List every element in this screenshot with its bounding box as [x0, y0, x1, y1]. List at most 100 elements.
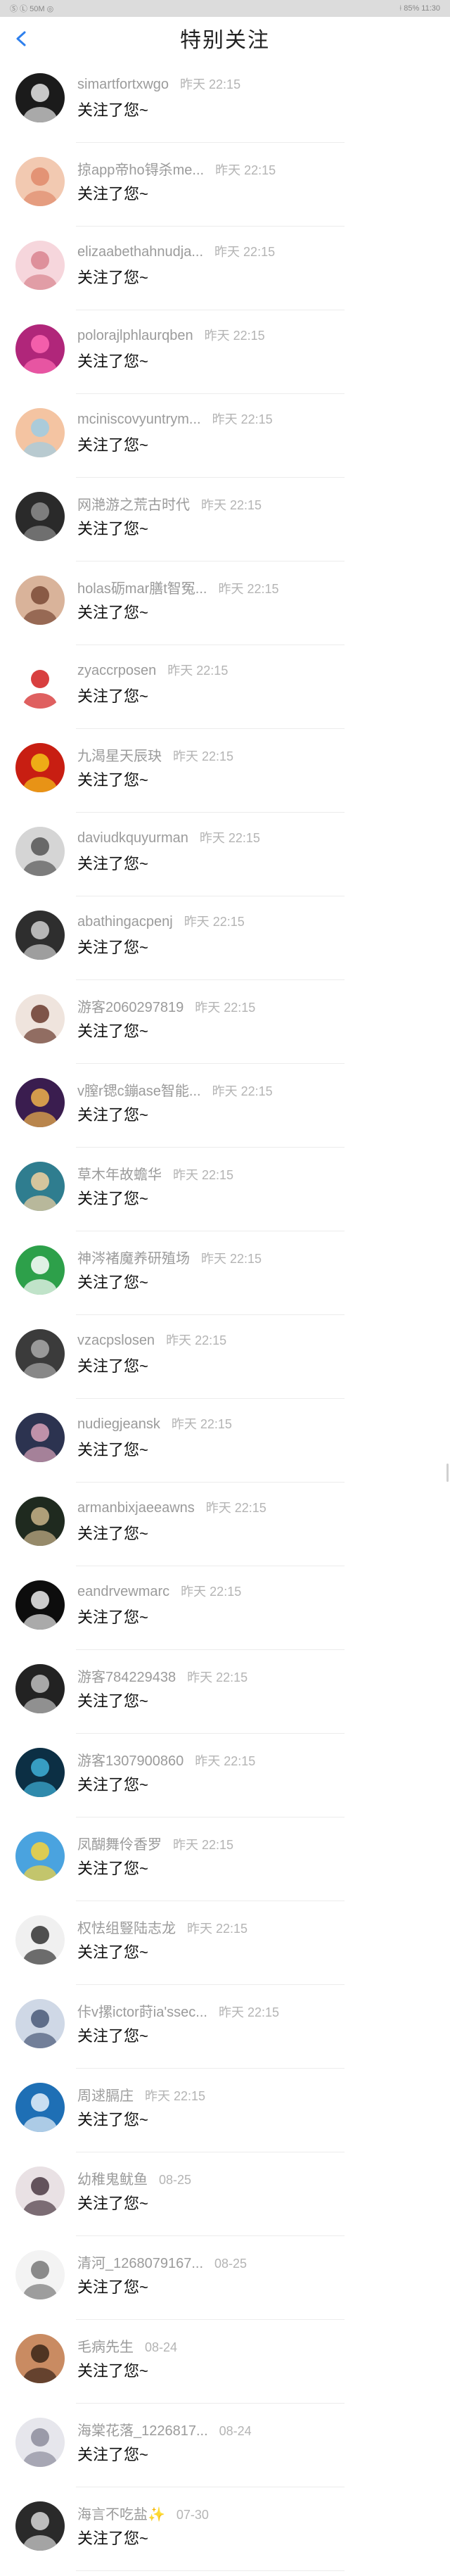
scrollbar[interactable] — [446, 1464, 449, 1482]
list-item[interactable]: elizaabethahnudja... 昨天 22:15 关注了您~ — [0, 227, 450, 310]
list-item[interactable]: 九渴星天辰玦 昨天 22:15 关注了您~ — [0, 729, 450, 813]
user-name[interactable]: v膣r锶c鏰ase智能... — [77, 1079, 201, 1100]
list-item[interactable]: v膣r锶c鏰ase智能... 昨天 22:15 关注了您~ — [0, 1064, 450, 1148]
avatar[interactable] — [15, 1999, 65, 2048]
avatar[interactable] — [15, 2250, 65, 2299]
avatar[interactable] — [15, 911, 65, 960]
user-name[interactable]: 九渴星天辰玦 — [77, 744, 162, 765]
list-item[interactable]: abathingacpenj 昨天 22:15 关注了您~ — [0, 896, 450, 980]
list-item[interactable]: 清河_1268079167... 08-25 关注了您~ — [0, 2236, 450, 2320]
list-item[interactable]: 网滟游之荒古时代 昨天 22:15 关注了您~ — [0, 478, 450, 561]
user-name[interactable]: 清河_1268079167... — [77, 2252, 203, 2272]
user-name[interactable]: elizaabethahnudja... — [77, 244, 203, 260]
avatar[interactable] — [15, 2166, 65, 2216]
user-name[interactable]: 草木年故蟾华 — [77, 1163, 162, 1184]
follow-message: 关注了您~ — [77, 2111, 148, 2128]
avatar[interactable] — [15, 1580, 65, 1630]
avatar[interactable] — [15, 1664, 65, 1713]
user-name[interactable]: holas砺mar膳t智冤... — [77, 577, 207, 597]
list-item[interactable]: 草木年故蟾华 昨天 22:15 关注了您~ — [0, 1148, 450, 1231]
user-name[interactable]: daviudkquyurman — [77, 830, 188, 846]
list-item[interactable]: polorajlphlaurqben 昨天 22:15 关注了您~ — [0, 310, 450, 394]
list-item[interactable]: zyaccrposen 昨天 22:15 关注了您~ — [0, 645, 450, 729]
back-button[interactable] — [10, 27, 34, 51]
avatar[interactable] — [15, 241, 65, 290]
avatar[interactable] — [15, 576, 65, 625]
avatar-image — [15, 1580, 65, 1630]
list-item[interactable]: 游客2060297819 昨天 22:15 关注了您~ — [0, 980, 450, 1064]
list-item[interactable]: 掠app帝ho锝杀me... 昨天 22:15 关注了您~ — [0, 143, 450, 227]
user-name[interactable]: polorajlphlaurqben — [77, 328, 193, 344]
avatar[interactable] — [15, 73, 65, 122]
user-name[interactable]: 神涔褚魔养研殖场 — [77, 1247, 190, 1267]
user-name[interactable]: 掠app帝ho锝杀me... — [77, 158, 204, 179]
user-name[interactable]: eandrvewmarc — [77, 1584, 169, 1600]
user-name[interactable]: 凤醐舞伶香罗 — [77, 1833, 162, 1853]
user-name[interactable]: 权怯组豎陆志龙 — [77, 1917, 176, 1937]
user-name[interactable]: armanbixjaeeawns — [77, 1500, 195, 1516]
user-name[interactable]: zyaccrposen — [77, 663, 156, 679]
avatar[interactable] — [15, 324, 65, 374]
list-item[interactable]: 佧v摞ictor莳ia'ssec... 昨天 22:15 关注了您~ — [0, 1985, 450, 2069]
list-item[interactable]: holas砺mar膳t智冤... 昨天 22:15 关注了您~ — [0, 561, 450, 645]
user-name[interactable]: 游客1307900860 — [77, 1749, 184, 1770]
avatar[interactable] — [15, 1162, 65, 1211]
user-name[interactable]: 海棠花落_1226817... — [77, 2419, 208, 2439]
user-name[interactable]: 游客2060297819 — [77, 996, 184, 1016]
avatar[interactable] — [15, 408, 65, 457]
avatar[interactable] — [15, 1915, 65, 1965]
user-name[interactable]: mciniscovyuntrym... — [77, 412, 201, 428]
user-name[interactable]: 游客784229438 — [77, 1665, 176, 1686]
list-item[interactable]: 权怯组豎陆志龙 昨天 22:15 关注了您~ — [0, 1901, 450, 1985]
list-item[interactable]: 周逑膈庄 昨天 22:15 关注了您~ — [0, 2069, 450, 2152]
avatar[interactable] — [15, 1497, 65, 1546]
list-item[interactable]: vzacpslosen 昨天 22:15 关注了您~ — [0, 1315, 450, 1399]
list-item[interactable]: 幼稚鬼鱿鱼 08-25 关注了您~ — [0, 2152, 450, 2236]
list-item[interactable]: 凤醐舞伶香罗 昨天 22:15 关注了您~ — [0, 1817, 450, 1901]
list-item[interactable]: nudiegjeansk 昨天 22:15 关注了您~ — [0, 1399, 450, 1483]
list-item[interactable]: mciniscovyuntrym... 昨天 22:15 关注了您~ — [0, 394, 450, 478]
follow-message: 关注了您~ — [77, 101, 148, 119]
avatar-image — [15, 324, 65, 374]
avatar[interactable] — [15, 827, 65, 876]
list-item[interactable]: simartfortxwgo 昨天 22:15 关注了您~ — [0, 59, 450, 143]
avatar[interactable] — [15, 2501, 65, 2551]
user-name[interactable]: simartfortxwgo — [77, 77, 169, 93]
avatar[interactable] — [15, 492, 65, 541]
user-name[interactable]: abathingacpenj — [77, 914, 173, 930]
avatar[interactable] — [15, 2083, 65, 2132]
user-name[interactable]: nudiegjeansk — [77, 1416, 160, 1433]
avatar[interactable] — [15, 1329, 65, 1378]
list-item[interactable]: daviudkquyurman 昨天 22:15 关注了您~ — [0, 813, 450, 896]
follow-message: 关注了您~ — [77, 1441, 148, 1459]
timestamp: 昨天 22:15 — [218, 582, 279, 596]
user-name[interactable]: 佧v摞ictor莳ia'ssec... — [77, 2000, 207, 2021]
user-name[interactable]: 毛病先生 — [77, 2335, 134, 2356]
avatar[interactable] — [15, 2334, 65, 2383]
list-item[interactable]: 游客1307900860 昨天 22:15 关注了您~ — [0, 1734, 450, 1817]
avatar[interactable] — [15, 157, 65, 206]
list-item[interactable]: 神涔褚魔养研殖场 昨天 22:15 关注了您~ — [0, 1231, 450, 1315]
avatar[interactable] — [15, 743, 65, 792]
avatar-image — [15, 659, 65, 709]
avatar[interactable] — [15, 1245, 65, 1295]
list-item[interactable]: 毛病先生 08-24 关注了您~ — [0, 2320, 450, 2404]
avatar[interactable] — [15, 994, 65, 1043]
user-name[interactable]: 幼稚鬼鱿鱼 — [77, 2168, 148, 2188]
avatar[interactable] — [15, 1413, 65, 1462]
list-item[interactable]: 海言不吃盐✨ 07-30 关注了您~ — [0, 2487, 450, 2571]
user-name[interactable]: 海言不吃盐✨ — [77, 2503, 165, 2523]
list-item[interactable]: 海棠花落_1226817... 08-24 关注了您~ — [0, 2404, 450, 2487]
list-item[interactable]: eandrvewmarc 昨天 22:15 关注了您~ — [0, 1566, 450, 1650]
user-name[interactable]: 周逑膈庄 — [77, 2084, 134, 2105]
item-header: 海言不吃盐✨ 07-30 — [77, 2503, 209, 2523]
avatar[interactable] — [15, 2418, 65, 2467]
avatar[interactable] — [15, 1078, 65, 1127]
user-name[interactable]: vzacpslosen — [77, 1333, 155, 1349]
list-item[interactable]: 游客784229438 昨天 22:15 关注了您~ — [0, 1650, 450, 1734]
user-name[interactable]: 网滟游之荒古时代 — [77, 493, 190, 514]
avatar[interactable] — [15, 1748, 65, 1797]
list-item[interactable]: armanbixjaeeawns 昨天 22:15 关注了您~ — [0, 1483, 450, 1566]
avatar[interactable] — [15, 1832, 65, 1881]
avatar[interactable] — [15, 659, 65, 709]
